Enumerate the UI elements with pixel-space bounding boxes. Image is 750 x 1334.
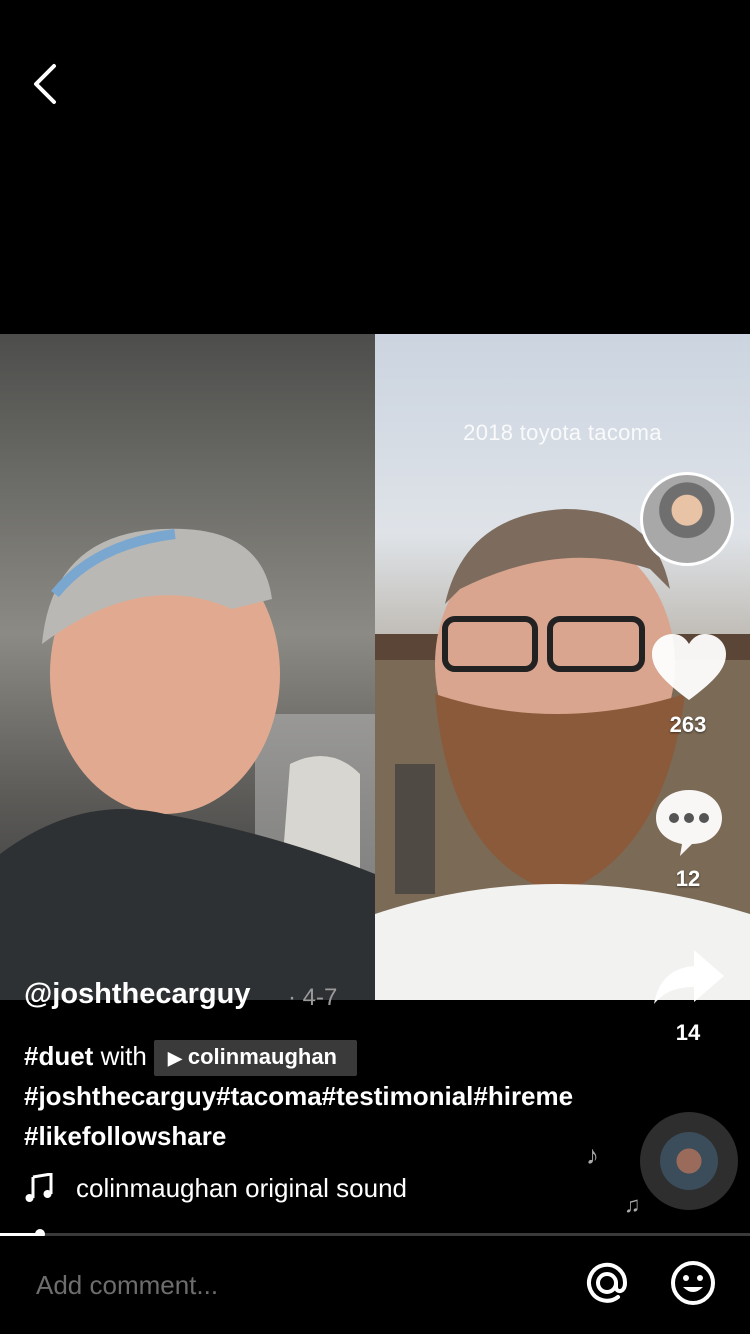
post-date: · 4-7: [288, 984, 338, 1011]
duet-left-video: [0, 334, 375, 1000]
share-arrow-icon: [654, 950, 724, 1004]
duet-user-name: colinmaughan: [187, 1044, 337, 1070]
play-icon: ▶: [168, 1048, 182, 1069]
sound-disc[interactable]: [640, 1112, 738, 1210]
comment-button[interactable]: [650, 786, 728, 858]
share-count: 14: [675, 1020, 701, 1045]
music-title: colinmaughan original sound: [76, 1172, 408, 1203]
at-sign-icon: [587, 1262, 628, 1303]
sound-cover: [660, 1132, 718, 1190]
smiley-icon: [671, 1261, 715, 1305]
like-count: 263: [669, 712, 707, 737]
creator-avatar[interactable]: [640, 472, 734, 566]
duet-hashtag[interactable]: #duet: [24, 1041, 93, 1071]
duet-user-chip[interactable]: ▶ colinmaughan: [154, 1040, 357, 1077]
video-text-overlay: 2018 toyota tacoma: [463, 420, 662, 445]
music-row[interactable]: colinmaughan original sound: [24, 1168, 466, 1208]
caption-hashtags[interactable]: #joshthecarguy#tacoma#testimonial#hireme…: [24, 1076, 584, 1156]
comment-input[interactable]: [34, 1264, 558, 1306]
floating-note-icon: ♫: [624, 1192, 641, 1217]
comment-count: 12: [675, 866, 701, 891]
left-video-frame: [0, 528, 375, 1000]
like-button[interactable]: [650, 632, 728, 704]
music-note-icon: [25, 1173, 53, 1202]
floating-note-icon: ♪: [586, 1140, 599, 1170]
with-text: with: [93, 1041, 155, 1071]
comment-bar: [0, 1236, 750, 1334]
heart-icon: [652, 634, 726, 700]
post-caption: #duet with ▶ colinmaughan #joshthecarguy#…: [24, 1036, 584, 1156]
share-button[interactable]: [650, 944, 728, 1016]
emoji-button[interactable]: [668, 1258, 718, 1308]
comment-bubble-icon: [656, 790, 722, 856]
post-username[interactable]: @joshthecarguy: [24, 978, 251, 1011]
chevron-left-icon: [34, 64, 56, 104]
mention-button[interactable]: [582, 1258, 632, 1308]
back-button[interactable]: [26, 58, 70, 110]
